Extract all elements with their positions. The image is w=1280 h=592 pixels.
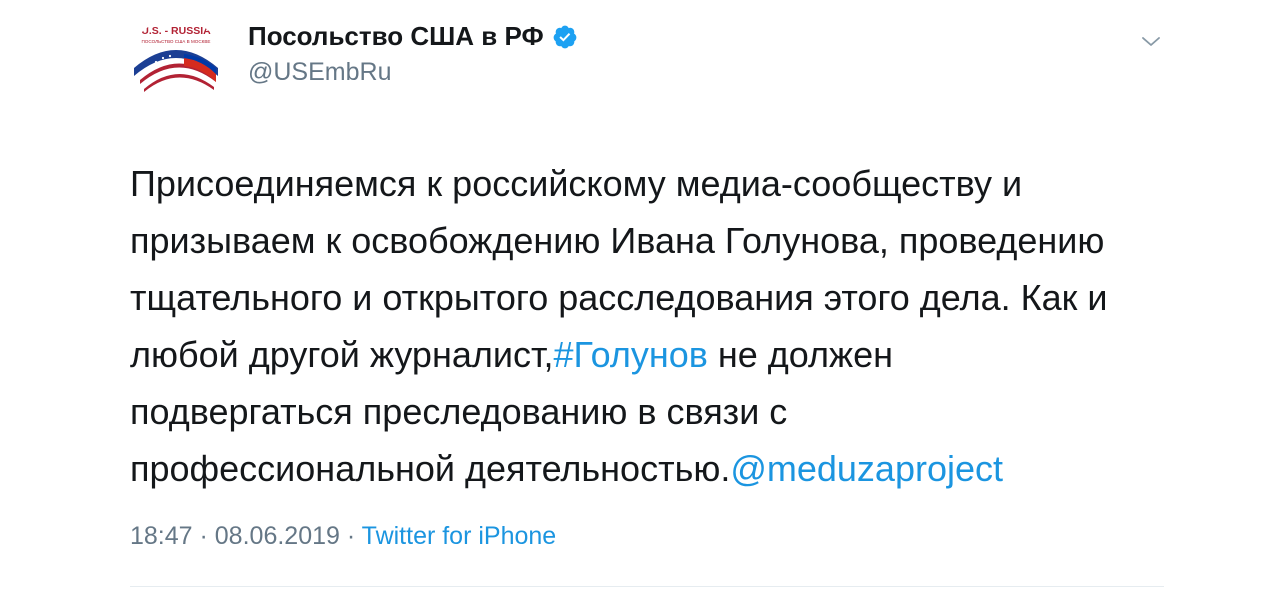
logo-text: U.S. - RUSSIA [141,25,211,37]
tweet-text: Присоединяемся к российскому медиа-сообщ… [130,155,1190,497]
chevron-down-icon[interactable] [1138,28,1164,54]
tweet-line: подвергаться преследованию в связи с [130,391,788,432]
display-name-text[interactable]: Посольство США в РФ [248,21,544,52]
tweet-text-segment: любой другой журналист, [130,334,554,375]
tweet-line: Присоединяемся к российскому медиа-сообщ… [130,163,1023,204]
handle[interactable]: @USEmbRu [248,58,391,87]
tweet-line: профессиональной деятельностью.@meduzapr… [130,440,1190,497]
tweet-line: тщательного и открытого расследования эт… [130,277,1108,318]
us-russia-flags-logo: U.S. - RUSSIA ПОСОЛЬСТВО США В МОСКВЕ [134,25,218,92]
tweet-text-segment: профессиональной деятельностью. [130,448,731,489]
tweet-date[interactable]: 08.06.2019 [215,522,340,550]
tweet-text-segment: не должен [707,334,893,375]
verified-badge-icon [553,25,577,48]
tweet-line: любой другой журналист,#Голунов не долже… [130,326,1190,383]
display-name[interactable]: Посольство США в РФ [248,21,578,52]
tweet-metadata: 18:47 · 08.06.2019 · Twitter for iPhone [130,522,556,551]
separator: · [192,522,215,550]
tweet-time[interactable]: 18:47 [130,522,193,550]
separator: · [339,522,362,550]
source-link[interactable]: Twitter for iPhone [362,522,557,550]
tweet-line: призываем к освобождению Ивана Голунова,… [130,220,1105,261]
divider [130,586,1164,587]
tweet-card: U.S. - RUSSIA ПОСОЛЬСТВО США В МОСКВЕ По… [0,0,1280,592]
mention-link[interactable]: @meduzaproject [730,448,1003,489]
hashtag-link[interactable]: #Голунов [553,334,707,375]
logo-subtext: ПОСОЛЬСТВО США В МОСКВЕ [141,39,210,44]
avatar[interactable]: U.S. - RUSSIA ПОСОЛЬСТВО США В МОСКВЕ [128,18,224,114]
